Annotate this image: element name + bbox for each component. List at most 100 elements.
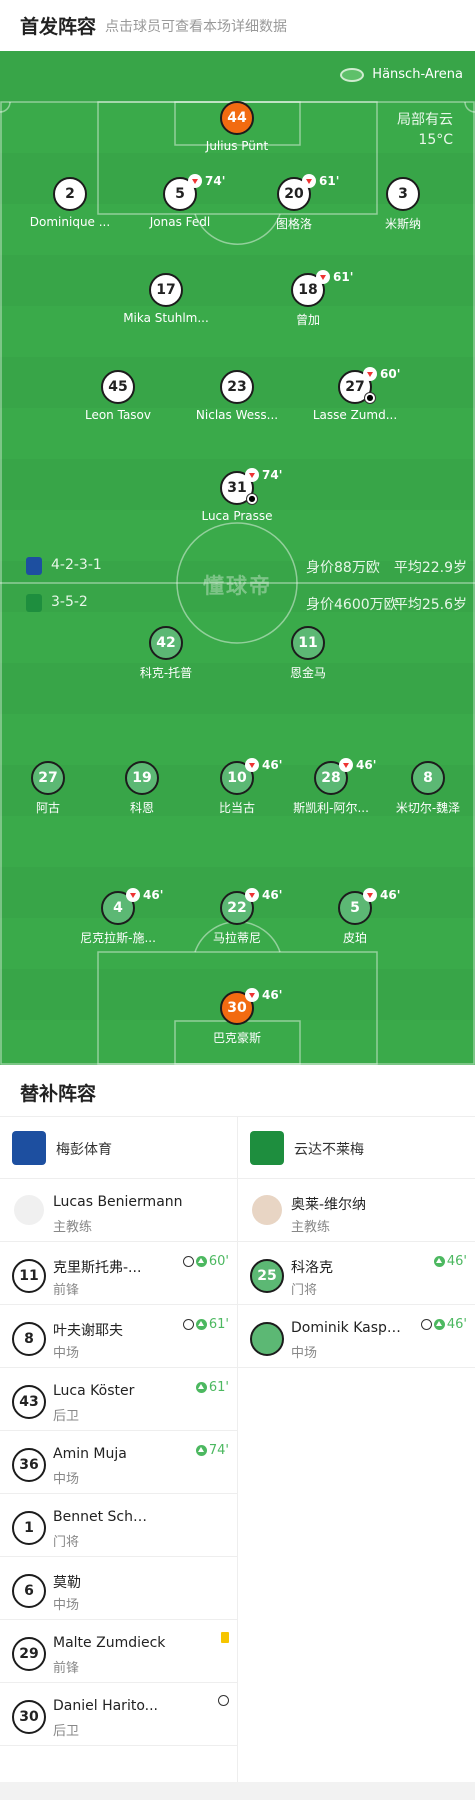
sub-in-icon <box>195 1319 207 1330</box>
away-player[interactable]: 11 恩金马 <box>248 626 368 681</box>
home-player[interactable]: 3 米斯纳 <box>343 177 463 232</box>
player-position: 中场 <box>53 1472 80 1487</box>
away-player[interactable]: 30 46' 巴克豪斯 <box>177 988 297 1046</box>
player-name: Luca Prasse <box>201 509 273 523</box>
sub-out-indicator: 60' <box>363 367 400 381</box>
away-team-header[interactable]: 云达不莱梅 <box>238 1117 475 1179</box>
sub-out-icon <box>245 758 259 772</box>
sub-out-indicator: 61' <box>302 174 339 188</box>
jersey-number: 22 <box>227 900 247 916</box>
home-player[interactable]: 17 Mika Stuhlm... <box>106 273 226 325</box>
home-player[interactable]: 31 74' ● Luca Prasse <box>177 468 297 523</box>
jersey-number: 8 <box>12 1322 46 1356</box>
player-position: 门将 <box>291 1283 318 1298</box>
home-value: 身价88万欧 <box>306 560 380 576</box>
sub-out-indicator: 74' <box>188 174 225 188</box>
player-position: 中场 <box>53 1346 80 1361</box>
sub-player-row[interactable]: 25 科洛克 门将 46' <box>238 1242 475 1305</box>
jersey-number: 6 <box>12 1574 46 1608</box>
jersey-number: 25 <box>250 1259 284 1293</box>
jersey-number: 2 <box>53 177 87 211</box>
player-position: 前锋 <box>53 1661 80 1676</box>
home-player[interactable]: 18 61' 曾加 <box>248 270 368 328</box>
away-player[interactable]: 42 科克-托普 <box>106 626 226 681</box>
sub-out-indicator: 46' <box>126 888 163 902</box>
sub-out-icon <box>245 988 259 1002</box>
sub-player-row[interactable]: 6 莫勒 中场 <box>0 1557 237 1620</box>
player-name: 科克-托普 <box>139 666 193 680</box>
player-name: Leon Tasov <box>84 408 151 422</box>
sub-player-row[interactable]: Dominik Kasper 中场 46' <box>238 1305 475 1368</box>
sub-minute: 46' <box>262 988 283 1002</box>
home-team-header[interactable]: 梅彭体育 <box>0 1117 237 1179</box>
page-bottom <box>0 1782 475 1800</box>
jersey-number: 28 <box>321 770 341 786</box>
sub-player-row[interactable]: 29 Malte Zumdieck 前锋 <box>0 1620 237 1683</box>
home-player[interactable]: 23 Niclas Wess... <box>177 370 297 422</box>
jersey-number: 30 <box>12 1700 46 1734</box>
sub-player-row[interactable]: 36 Amin Muja 中场 74' <box>0 1431 237 1494</box>
sub-player-row[interactable]: 43 Luca Köster 后卫 61' <box>0 1368 237 1431</box>
home-player[interactable]: 44 Julius Pünt <box>177 101 297 153</box>
player-name: Amin Muja <box>53 1446 127 1462</box>
coach-row[interactable]: Lucas Beniermann 主教练 <box>0 1179 237 1242</box>
jersey-number: 31 <box>227 480 247 496</box>
player-name: 曾加 <box>295 313 320 327</box>
player-events <box>218 1695 229 1706</box>
player-name: 莫勒 <box>53 1575 81 1591</box>
sub-player-row[interactable]: 11 克里斯托弗-... 前锋 60' <box>0 1242 237 1305</box>
sub-out-indicator: 46' <box>363 888 400 902</box>
jersey-number: 45 <box>101 370 135 404</box>
sub-player-row[interactable]: 30 Daniel Harito... 后卫 <box>0 1683 237 1746</box>
sub-out-icon <box>245 888 259 902</box>
player-events: 74' <box>195 1443 229 1458</box>
away-player[interactable]: 5 46' 皮珀 <box>295 888 415 946</box>
player-position: 后卫 <box>53 1409 80 1424</box>
sub-in-icon <box>195 1382 207 1393</box>
goal-ball-icon <box>182 1319 194 1330</box>
sub-in-icon <box>433 1256 445 1267</box>
goal-ball-icon <box>182 1256 194 1267</box>
jersey-number <box>250 1322 284 1356</box>
home-team-name: 梅彭体育 <box>56 1142 112 1158</box>
player-name: Malte Zumdieck <box>53 1635 166 1651</box>
sub-minute: 61' <box>333 270 354 284</box>
player-events <box>221 1632 229 1643</box>
sub-minute: 46' <box>380 888 401 902</box>
sub-player-row[interactable]: 1 Bennet Schmidt 门将 <box>0 1494 237 1557</box>
sub-player-row[interactable]: 8 叶夫谢耶夫 中场 61' <box>0 1305 237 1368</box>
sub-out-icon <box>245 468 259 482</box>
sub-out-indicator: 46' <box>245 988 282 1002</box>
player-position: 中场 <box>53 1598 80 1613</box>
home-age: 平均22.9岁 <box>393 560 467 576</box>
home-player[interactable]: 5 74' Jonas Fedl <box>120 174 240 229</box>
player-events: 46' <box>420 1317 467 1332</box>
away-team-badge-icon <box>26 594 42 612</box>
home-subs-column: 梅彭体育 Lucas Beniermann 主教练 11 克里斯托弗-... 前… <box>0 1117 237 1746</box>
player-name: Jonas Fedl <box>149 215 211 229</box>
home-player[interactable]: 2 Dominique ... <box>10 177 130 229</box>
jersey-number: 3 <box>386 177 420 211</box>
coach-row[interactable]: 奥莱-维尔纳 主教练 <box>238 1179 475 1242</box>
player-name: Dominique ... <box>29 215 111 229</box>
away-player[interactable]: 8 米切尔-魏泽 <box>368 761 475 816</box>
player-name: 米斯纳 <box>384 217 421 231</box>
jersey-number: 44 <box>220 101 254 135</box>
coach-role: 主教练 <box>291 1220 331 1235</box>
sub-in-minute: 46' <box>446 1254 467 1269</box>
home-player[interactable]: 20 61' 图格洛 <box>234 174 354 232</box>
away-player[interactable]: 4 46' 尼克拉斯-施... <box>58 888 178 946</box>
jersey-number: 18 <box>298 282 318 298</box>
jersey-number: 43 <box>12 1385 46 1419</box>
subs-title: 替补阵容 <box>20 1083 97 1105</box>
jersey-number: 1 <box>12 1511 46 1545</box>
jersey-number: 17 <box>149 273 183 307</box>
home-player[interactable]: 45 Leon Tasov <box>58 370 178 422</box>
home-player[interactable]: 27 60' ● Lasse Zumd... <box>295 367 415 422</box>
player-events: 61' <box>182 1317 229 1332</box>
player-name: 巴克豪斯 <box>212 1031 261 1045</box>
player-name: 叶夫谢耶夫 <box>53 1323 123 1339</box>
away-subs-column: 云达不莱梅 奥莱-维尔纳 主教练 25 科洛克 门将 46' Dominik K… <box>238 1117 475 1368</box>
player-position: 后卫 <box>53 1724 80 1739</box>
away-player[interactable]: 22 46' 马拉蒂尼 <box>177 888 297 946</box>
